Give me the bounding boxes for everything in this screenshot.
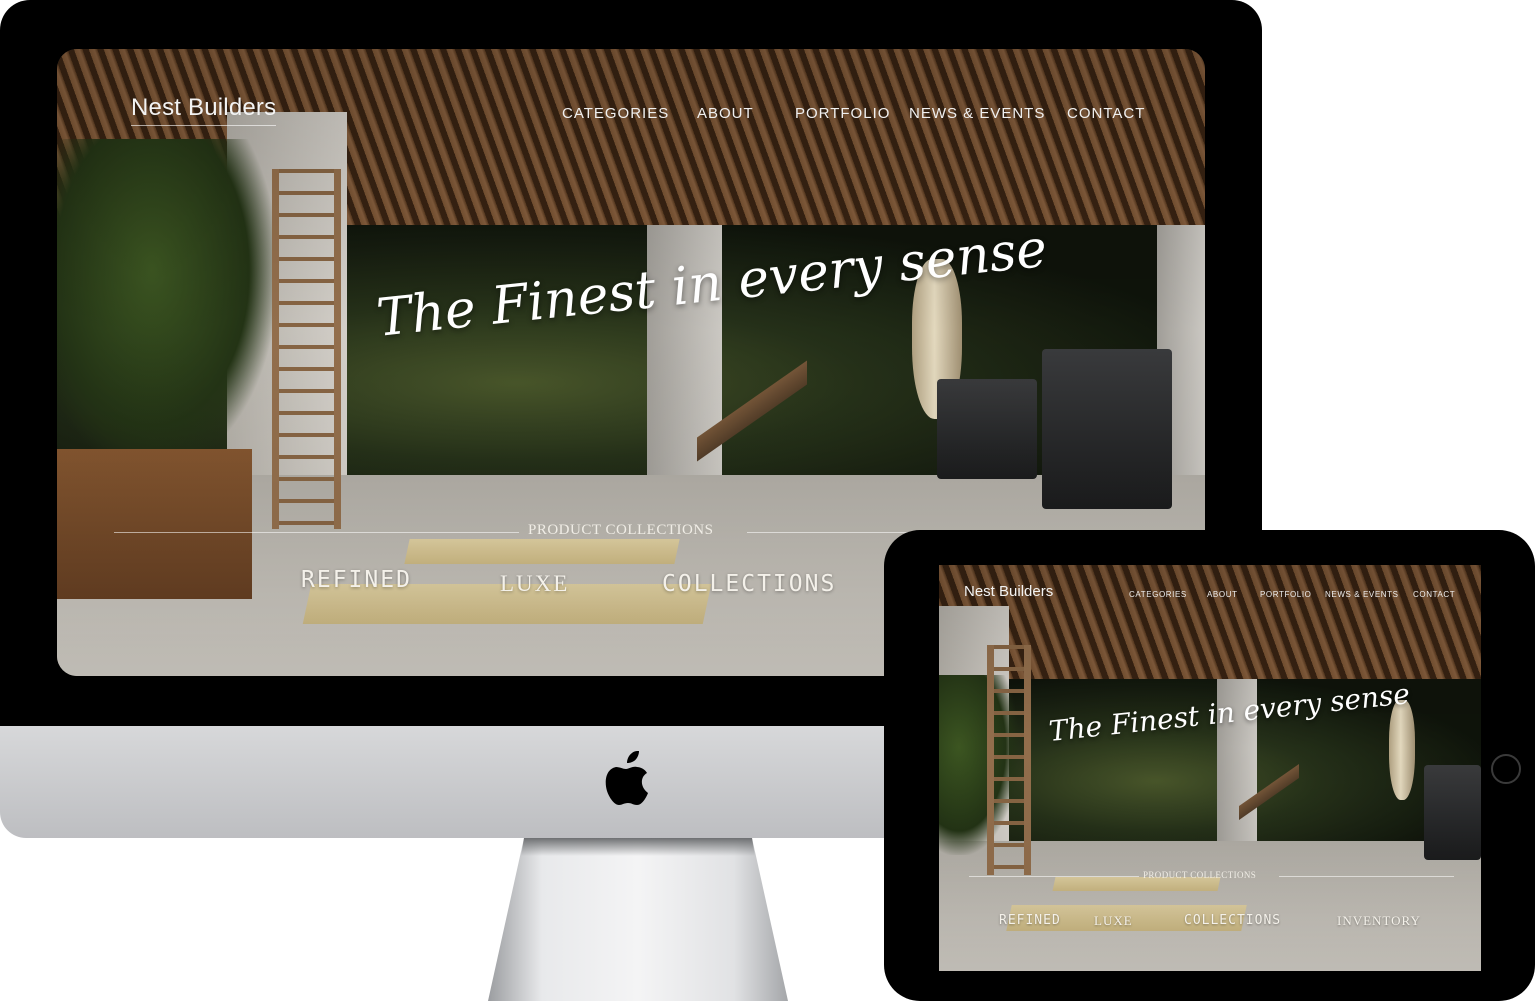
collection-luxe[interactable]: LUXE <box>500 571 569 597</box>
collection-collections[interactable]: COLLECTIONS <box>662 571 836 597</box>
hero-shade <box>939 565 1481 971</box>
nav-contact[interactable]: CONTACT <box>1413 590 1455 599</box>
nav-portfolio[interactable]: PORTFOLIO <box>795 105 890 122</box>
nav-news-events[interactable]: NEWS & EVENTS <box>909 105 1045 122</box>
tablet-screen: Nest Builders CATEGORIES ABOUT PORTFOLIO… <box>939 565 1481 971</box>
divider-right <box>1279 876 1454 877</box>
divider-left <box>969 876 1139 877</box>
collection-inventory[interactable]: INVENTORY <box>1337 913 1421 929</box>
collection-refined[interactable]: REFINED <box>301 567 412 593</box>
divider-left <box>114 532 519 533</box>
nav-portfolio[interactable]: PORTFOLIO <box>1260 590 1311 599</box>
nav-news-events[interactable]: NEWS & EVENTS <box>1325 590 1399 599</box>
desktop-stand <box>488 838 788 1001</box>
nav-categories[interactable]: CATEGORIES <box>562 105 669 122</box>
brand-logo[interactable]: Nest Builders <box>131 94 277 126</box>
collection-collections[interactable]: COLLECTIONS <box>1184 913 1281 928</box>
nav-about[interactable]: ABOUT <box>697 105 754 122</box>
brand-logo[interactable]: Nest Builders <box>964 583 1053 600</box>
section-label: PRODUCT COLLECTIONS <box>1143 870 1257 880</box>
nav-about[interactable]: ABOUT <box>1207 590 1238 599</box>
apple-logo-icon <box>605 751 648 805</box>
nav-contact[interactable]: CONTACT <box>1067 105 1145 122</box>
collection-luxe[interactable]: LUXE <box>1094 913 1133 929</box>
section-label: PRODUCT COLLECTIONS <box>528 522 714 538</box>
collection-refined[interactable]: REFINED <box>999 913 1061 928</box>
hero-background-image <box>939 565 1481 971</box>
nav-categories[interactable]: CATEGORIES <box>1129 590 1187 599</box>
home-button-icon <box>1491 754 1521 784</box>
desktop-stand-shadow <box>521 838 755 856</box>
